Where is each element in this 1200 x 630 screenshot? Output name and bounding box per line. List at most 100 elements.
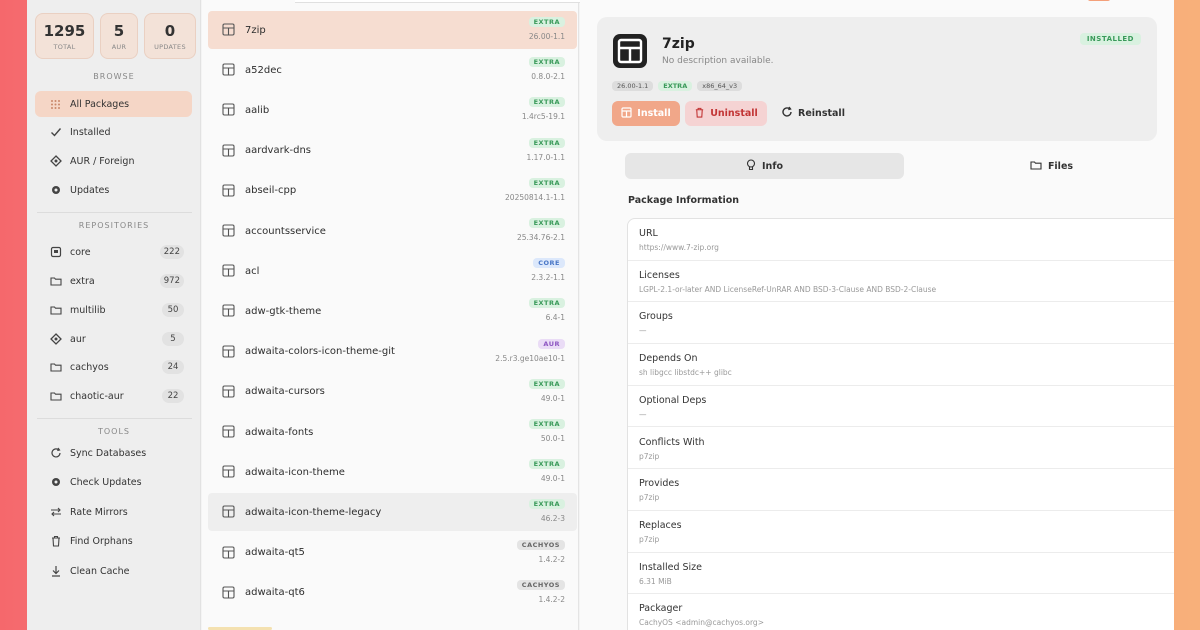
sidebar-item-updates[interactable]: Updates [35, 177, 192, 203]
sidebar-item-label: cachyos [70, 361, 109, 373]
info-row-url: URL https://www.7-zip.org [628, 219, 1174, 261]
package-name: adwaita-colors-icon-theme-git [245, 346, 395, 358]
info-value: — [639, 409, 647, 419]
package-row[interactable]: adwaita-icon-theme EXTRA 49.0-1 [208, 453, 577, 491]
package-row[interactable]: abseil-cpp EXTRA 20250814.1-1.1 [208, 172, 577, 210]
sidebar-item-chaotic-aur[interactable]: chaotic-aur 22 [35, 383, 192, 409]
tab-files-label: Files [1047, 160, 1074, 172]
repo-badge: EXTRA [528, 218, 565, 228]
package-row[interactable]: adwaita-qt6 CACHYOS 1.4.2-2 [208, 574, 577, 612]
sidebar-item-core[interactable]: core 222 [35, 239, 192, 265]
repo-badge: EXTRA [528, 17, 565, 27]
tab-info[interactable]: Info [625, 153, 904, 179]
repo-badge: EXTRA [528, 419, 565, 429]
uninstall-button[interactable]: Uninstall [685, 101, 767, 126]
package-row[interactable]: adwaita-fonts EXTRA 50.0-1 [208, 413, 577, 451]
sidebar-item-aur-foreign[interactable]: AUR / Foreign [35, 148, 192, 174]
info-row-depends-on: Depends On sh libgcc libstdc++ glibc [628, 344, 1174, 386]
package-icon [222, 184, 236, 198]
sidebar-item-multilib[interactable]: multilib 50 [35, 297, 192, 323]
package-row[interactable]: 7zip EXTRA 26.00-1.1 [208, 11, 577, 49]
sidebar-item-cachyos[interactable]: cachyos 24 [35, 354, 192, 380]
sidebar-item-label: Updates [70, 184, 110, 196]
stat-total: 1295 TOTAL [35, 13, 94, 59]
info-row-replaces: Replaces p7zip [628, 511, 1174, 553]
info-key: Provides [639, 478, 680, 490]
repo-count-badge: 50 [162, 303, 184, 317]
info-row-conflicts-with: Conflicts With p7zip [628, 428, 1174, 470]
repo-badge: EXTRA [528, 459, 565, 470]
package-row[interactable]: a52dec EXTRA 0.8.0-2.1 [208, 51, 577, 89]
divider [37, 418, 192, 419]
package-row[interactable]: aalib EXTRA 1.4rc5-19.1 [208, 91, 577, 129]
version-tag: 26.00-1.1 [612, 81, 654, 91]
stat-updates-label: UPDATES [154, 42, 186, 51]
uninstall-label: Uninstall [710, 108, 758, 119]
tool-clean-cache[interactable]: Clean Cache [35, 558, 192, 584]
tool-label: Find Orphans [70, 535, 133, 547]
repo-count-badge: 22 [162, 389, 184, 403]
info-row-packager: Packager CachyOS <admin@cachyos.org> [628, 594, 1174, 630]
folder-icon [49, 361, 62, 374]
package-row[interactable]: adwaita-qt5 CACHYOS 1.4.2-2 [208, 534, 577, 572]
sidebar-item-all-packages[interactable]: All Packages [35, 91, 192, 117]
repo-badge: CACHYOS [516, 539, 565, 550]
package-row[interactable]: adwaita-icon-theme-legacy EXTRA 46.2-3 [208, 493, 577, 532]
package-icon [613, 34, 647, 68]
package-row[interactable]: acl CORE 2.3.2-1.1 [208, 252, 577, 290]
package-version: 26.00-1.1 [528, 32, 565, 41]
stats-bar: 1295 TOTAL 5 AUR 0 UPDATES [35, 13, 196, 59]
install-button[interactable]: Install [612, 101, 680, 126]
repo-tag: EXTRA [658, 81, 693, 91]
info-value[interactable]: https://www.7-zip.org [639, 243, 719, 252]
repositories-title: REPOSITORIES [78, 221, 150, 230]
tool-rate-mirrors[interactable]: Rate Mirrors [35, 499, 192, 525]
globe-icon [49, 333, 62, 346]
reinstall-button[interactable]: Reinstall [777, 101, 849, 126]
tool-sync-databases[interactable]: Sync Databases [35, 440, 192, 466]
package-description: No description available. [662, 56, 774, 66]
lightbulb-icon [746, 158, 756, 174]
tool-find-orphans[interactable]: Find Orphans [35, 528, 192, 554]
arch-tag: x86_64_v3 [697, 81, 743, 91]
package-name: accountsservice [245, 225, 326, 237]
package-title: 7zip [662, 36, 695, 52]
repo-badge: AUR [538, 338, 565, 349]
package-icon [222, 505, 236, 519]
package-version: 2.3.2-1.1 [531, 273, 565, 283]
package-row[interactable]: adw-gtk-theme EXTRA 6.4-1 [208, 292, 577, 330]
package-row[interactable]: adwaita-cursors EXTRA 49.0-1 [208, 373, 577, 411]
package-row[interactable]: aardvark-dns EXTRA 1.17.0-1.1 [208, 132, 577, 170]
sidebar-item-extra[interactable]: extra 972 [35, 268, 192, 294]
trash-icon [49, 535, 62, 548]
tool-label: Clean Cache [70, 565, 130, 577]
tool-label: Check Updates [70, 476, 142, 488]
info-key: Replaces [639, 519, 682, 531]
info-row-optional-deps: Optional Deps — [628, 386, 1174, 428]
package-name: adwaita-icon-theme [245, 466, 345, 478]
package-row[interactable]: accountsservice EXTRA 25.34.76-2.1 [208, 212, 577, 250]
repo-count-badge: 222 [159, 245, 184, 259]
sidebar-item-label: core [70, 246, 91, 258]
tab-files[interactable]: Files [912, 153, 1174, 179]
package-version: 20250814.1-1.1 [505, 192, 565, 202]
package-version: 2.5.r3.ge10ae10-1 [495, 353, 565, 363]
stat-updates: 0 UPDATES [144, 13, 196, 59]
search-input[interactable] [295, 0, 580, 3]
tool-label: Sync Databases [70, 447, 147, 459]
package-icon [222, 264, 236, 278]
sidebar-item-aur[interactable]: aur 5 [35, 326, 192, 352]
tool-check-updates[interactable]: Check Updates [35, 469, 192, 495]
sidebar: 1295 TOTAL 5 AUR 0 UPDATES BROWSE All Pa… [27, 0, 201, 630]
package-version: 1.4.2-2 [538, 554, 565, 564]
package-icon [222, 304, 236, 318]
package-row[interactable]: adwaita-colors-icon-theme-git AUR 2.5.r3.g… [208, 333, 577, 371]
repo-badge: EXTRA [528, 177, 565, 188]
info-value: LGPL-2.1-or-later AND LicenseRef-UnRAR A… [639, 284, 937, 294]
package-icon [222, 586, 236, 600]
repo-count-badge: 24 [162, 360, 184, 374]
info-key: Packager [639, 603, 683, 615]
sidebar-item-installed[interactable]: Installed [35, 119, 192, 145]
stat-total-value: 1295 [43, 21, 86, 40]
info-key: Licenses [639, 269, 680, 281]
